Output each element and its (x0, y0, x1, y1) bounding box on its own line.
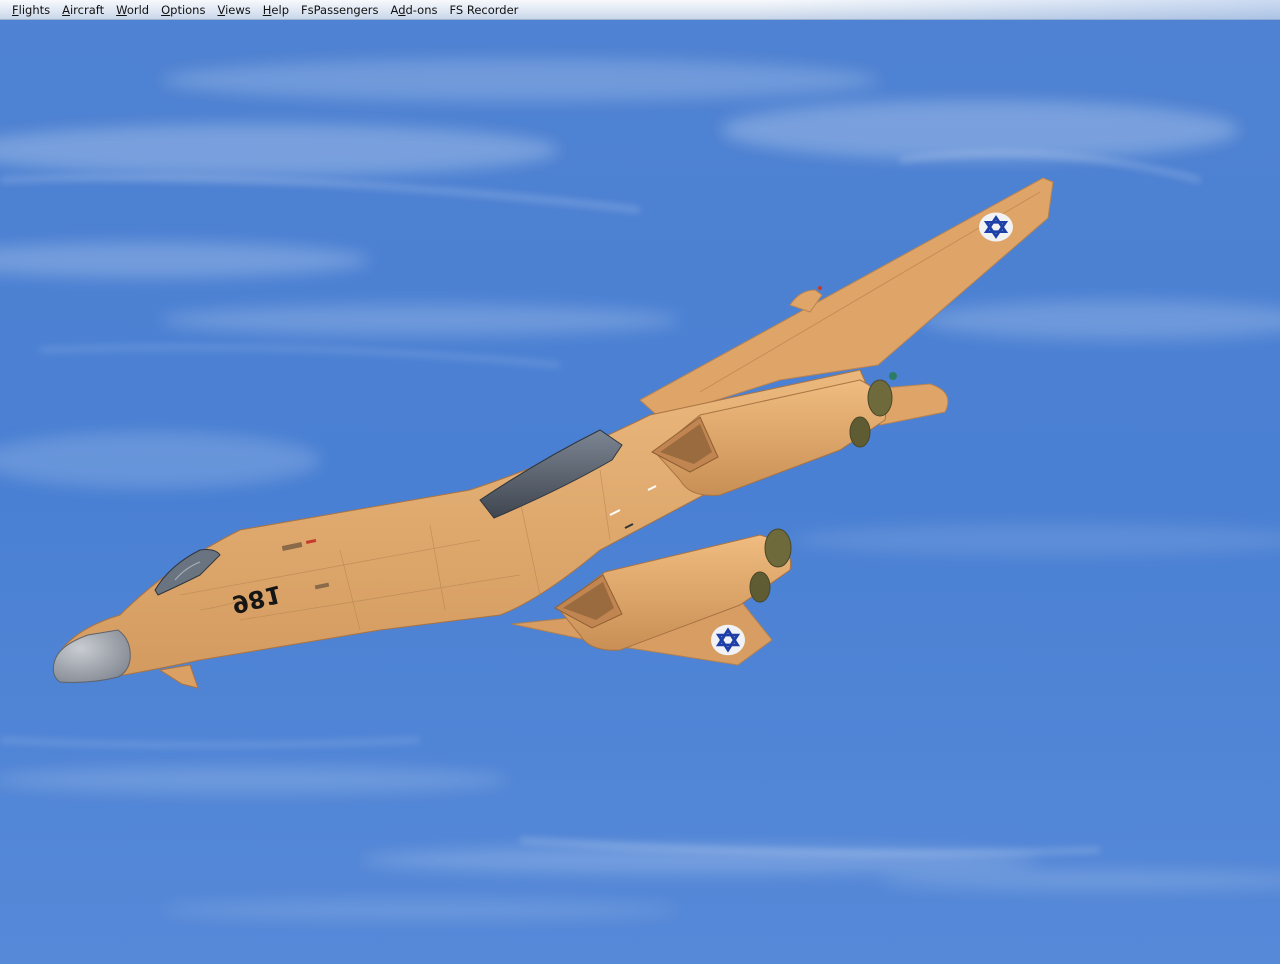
menu-flights-label: lights (18, 2, 51, 17)
menu-bar: Flights Aircraft World Options Views Hel… (0, 0, 1280, 20)
menu-add-ons[interactable]: Add-ons (385, 0, 444, 20)
menu-fspassengers-label: FsPassengers (301, 2, 379, 17)
menu-fs-recorder-label: FS Recorder (449, 2, 519, 17)
menu-world-label: orld (126, 2, 150, 17)
menu-aircraft[interactable]: Aircraft (56, 0, 110, 20)
menu-add-ons-label: d-ons (405, 2, 438, 17)
menu-views[interactable]: Views (211, 0, 256, 20)
scene-canvas: 981 (0, 20, 1280, 964)
menu-world-mnemonic: W (116, 2, 127, 17)
menu-flights-mnemonic: F (12, 2, 19, 17)
menu-options[interactable]: Options (155, 0, 211, 20)
roundel-upper-wing (979, 212, 1013, 242)
menu-help-label: elp (271, 2, 289, 17)
menu-views-label: iews (225, 2, 251, 17)
menu-bar-glow (760, 0, 1280, 20)
menu-views-mnemonic: V (217, 2, 226, 17)
menu-fspassengers[interactable]: FsPassengers (295, 0, 385, 20)
menu-flights[interactable]: Flights (6, 0, 56, 20)
menu-add-ons-mnemonic: d (398, 2, 406, 17)
flight-simulator-window: Flights Aircraft World Options Views Hel… (0, 0, 1280, 964)
menu-aircraft-mnemonic: A (62, 2, 70, 17)
menu-fs-recorder[interactable]: FS Recorder (443, 0, 524, 20)
menu-options-mnemonic: O (161, 2, 171, 17)
3d-view[interactable]: 981 (0, 20, 1280, 964)
menu-help[interactable]: Help (257, 0, 295, 20)
menu-options-label: ptions (170, 2, 206, 17)
menu-world[interactable]: World (110, 0, 155, 20)
menu-aircraft-label: ircraft (69, 2, 105, 17)
roundel-lower-wing (711, 624, 745, 656)
